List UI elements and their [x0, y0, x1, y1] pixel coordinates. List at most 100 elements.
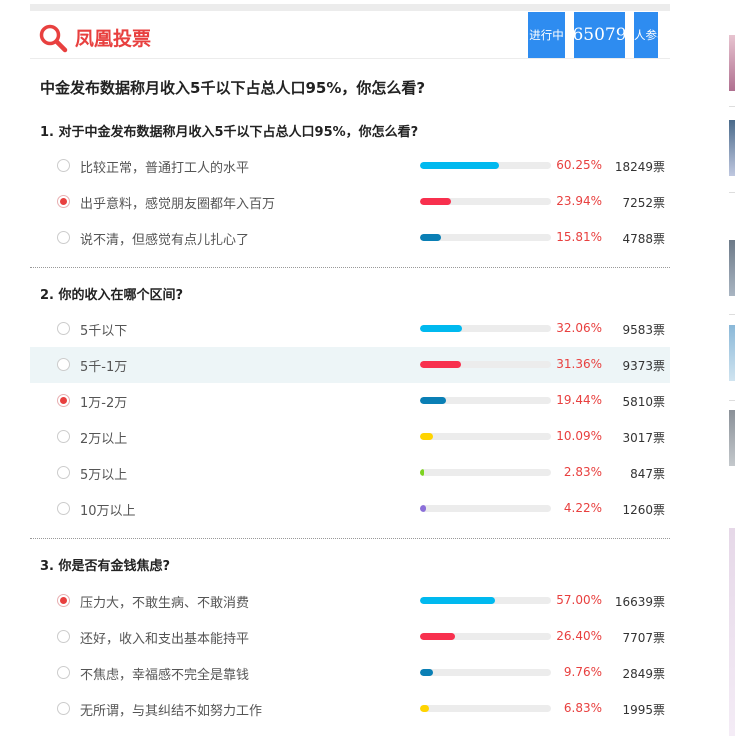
percent-text: 6.83%	[563, 701, 602, 715]
ad-thumbnail[interactable]	[729, 528, 735, 736]
poll-option[interactable]: 5千-1万 31.36% 9373票	[30, 347, 670, 383]
vote-count: 5810票	[622, 395, 665, 409]
result-bar-track	[420, 633, 551, 640]
radio-button[interactable]	[57, 195, 70, 208]
result-bar-fill	[420, 597, 495, 604]
poll-option[interactable]: 5万以上 2.83% 847票	[30, 455, 670, 491]
poll-option[interactable]: 10万以上 4.22% 1260票	[30, 491, 670, 527]
result-bar-track	[420, 705, 551, 712]
news-thumbnail[interactable]	[729, 240, 735, 296]
radio-button[interactable]	[57, 502, 70, 515]
result-bar-track	[420, 597, 551, 604]
vote-count: 7707票	[622, 631, 665, 645]
radio-button[interactable]	[57, 322, 70, 335]
poll-option[interactable]: 5千以下 32.06% 9583票	[30, 311, 670, 347]
result-bar-track	[420, 397, 551, 404]
result-bar-fill	[420, 433, 434, 440]
result-bar-fill	[420, 469, 424, 476]
news-thumbnail[interactable]	[729, 410, 735, 466]
percent-text: 19.44%	[556, 393, 602, 407]
poll-option[interactable]: 说不清，但感觉有点儿扎心了 15.81% 4788票	[30, 220, 670, 256]
option-label: 比较正常，普通打工人的水平	[80, 161, 250, 176]
option-label: 5万以上	[80, 468, 128, 483]
radio-button[interactable]	[57, 594, 70, 607]
poll-option[interactable]: 2万以上 10.09% 3017票	[30, 419, 670, 455]
vote-count: 9373票	[622, 359, 665, 373]
result-bar-track	[420, 505, 551, 512]
vote-count: 3017票	[622, 431, 665, 445]
vote-header: 凤凰投票 进行中 65079 人参与	[30, 12, 670, 59]
result-bar-fill	[420, 325, 462, 332]
poll-option[interactable]: 还好，收入和支出基本能持平 26.40% 7707票	[30, 619, 670, 655]
option-label: 无所谓，与其纠结不如努力工作	[80, 704, 263, 719]
result-bar-track	[420, 433, 551, 440]
result-bar-track	[420, 669, 551, 676]
percent-text: 4.22%	[563, 501, 602, 515]
vote-count: 4788票	[622, 232, 665, 246]
percent-text: 15.81%	[556, 230, 602, 244]
result-bar-track	[420, 234, 551, 241]
result-bar-track	[420, 198, 551, 205]
participant-label: 人参与	[634, 12, 669, 58]
radio-button[interactable]	[57, 394, 70, 407]
radio-button[interactable]	[57, 159, 70, 172]
radio-button[interactable]	[57, 466, 70, 479]
radio-button[interactable]	[57, 630, 70, 643]
option-label: 10万以上	[80, 504, 136, 519]
radio-button[interactable]	[57, 430, 70, 443]
question-title: 3. 你是否有金钱焦虑?	[40, 559, 171, 574]
vote-count: 16639票	[614, 595, 665, 609]
news-thumbnail[interactable]	[729, 35, 735, 91]
poll-option[interactable]: 压力大，不敢生病、不敢消费 57.00% 16639票	[30, 583, 670, 619]
percent-text: 26.40%	[556, 629, 602, 643]
question-title: 2. 你的收入在哪个区间?	[40, 288, 184, 303]
question-title: 1. 对于中金发布数据称月收入5千以下占总人口95%，你怎么看?	[40, 125, 419, 140]
radio-button[interactable]	[57, 666, 70, 679]
radio-button[interactable]	[57, 358, 70, 371]
poll-option[interactable]: 比较正常，普通打工人的水平 60.25% 18249票	[30, 148, 670, 184]
percent-text: 31.36%	[556, 357, 602, 371]
percent-text: 23.94%	[556, 194, 602, 208]
vote-count: 2849票	[622, 667, 665, 681]
page-title: 中金发布数据称月收入5千以下占总人口95%，你怎么看?	[40, 79, 426, 97]
magnifier-icon	[39, 24, 68, 53]
vote-title: 凤凰投票	[75, 28, 152, 50]
option-label: 5千以下	[80, 324, 128, 339]
option-label: 不焦虑，幸福感不完全是靠钱	[80, 668, 250, 683]
result-bar-fill	[420, 505, 426, 512]
option-label: 压力大，不敢生病、不敢消费	[80, 596, 250, 611]
result-bar-track	[420, 361, 551, 368]
result-bar-track	[420, 325, 551, 332]
result-bar-track	[420, 469, 551, 476]
result-bar-fill	[420, 162, 499, 169]
poll-option[interactable]: 1万-2万 19.44% 5810票	[30, 383, 670, 419]
option-label: 1万-2万	[80, 396, 128, 411]
question-divider	[30, 538, 670, 539]
percent-text: 32.06%	[556, 321, 602, 335]
percent-text: 10.09%	[556, 429, 602, 443]
top-strip	[30, 4, 670, 11]
percent-text: 9.76%	[563, 665, 602, 679]
result-bar-fill	[420, 234, 441, 241]
vote-count: 18249票	[614, 160, 665, 174]
question-divider	[30, 267, 670, 268]
option-label: 出乎意料，感觉朋友圈都年入百万	[80, 197, 276, 212]
result-bar-fill	[420, 705, 429, 712]
news-thumbnail[interactable]	[729, 325, 735, 381]
poll-option[interactable]: 出乎意料，感觉朋友圈都年入百万 23.94% 7252票	[30, 184, 670, 220]
vote-count: 1260票	[622, 503, 665, 517]
option-label: 说不清，但感觉有点儿扎心了	[80, 233, 250, 248]
result-bar-fill	[420, 361, 462, 368]
percent-text: 60.25%	[556, 158, 602, 172]
radio-button[interactable]	[57, 231, 70, 244]
news-thumbnail[interactable]	[729, 120, 735, 176]
result-bar-fill	[420, 633, 455, 640]
vote-count: 1995票	[622, 703, 665, 717]
sidebar-sliver	[729, 0, 735, 736]
result-bar-fill	[420, 669, 433, 676]
status-badge: 进行中	[528, 12, 565, 58]
poll-option[interactable]: 不焦虑，幸福感不完全是靠钱 9.76% 2849票	[30, 655, 670, 691]
poll-option[interactable]: 无所谓，与其纠结不如努力工作 6.83% 1995票	[30, 691, 670, 727]
radio-button[interactable]	[57, 702, 70, 715]
result-bar-track	[420, 162, 551, 169]
